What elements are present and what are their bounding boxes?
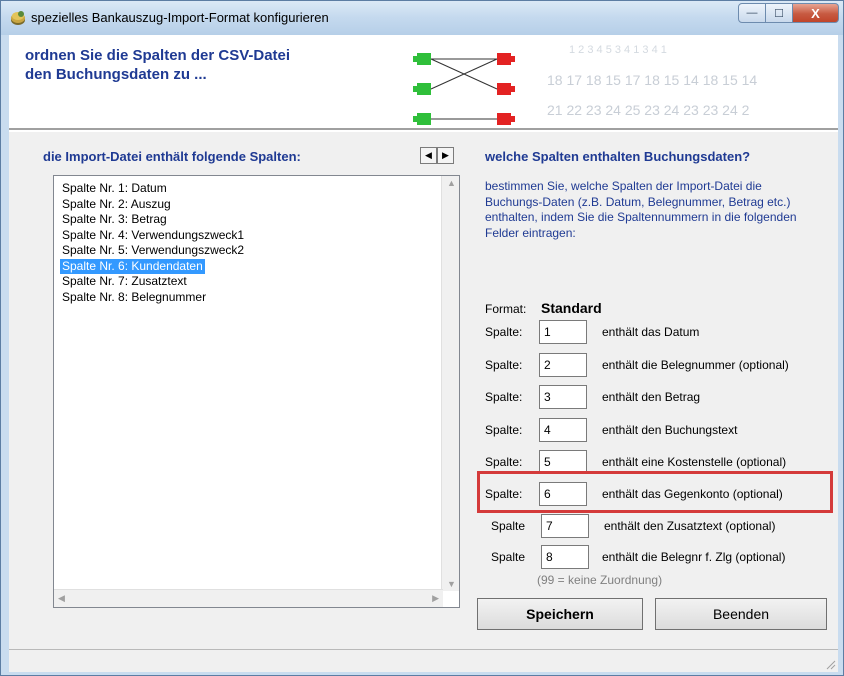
quit-button-label: Beenden xyxy=(712,606,770,622)
scroll-right-icon[interactable]: ▶ xyxy=(432,593,439,604)
banner-line-1: ordnen Sie die Spalten der CSV-Datei xyxy=(25,47,291,64)
minimize-button[interactable]: — xyxy=(738,3,766,23)
column-number-input[interactable] xyxy=(539,353,587,377)
list-item-label: Spalte Nr. 3: Betrag xyxy=(62,212,167,226)
calendar-watermark-icon: 1 2 3 4 5 3 4 1 3 4 1 18 17 18 15 17 18 … xyxy=(547,44,757,118)
mapping-row: Spalte: enthält den Betrag xyxy=(1,382,843,412)
banner-divider xyxy=(9,129,838,132)
column-label: Spalte: xyxy=(485,455,523,469)
quit-button[interactable]: Beenden xyxy=(655,598,827,630)
close-button[interactable]: X xyxy=(793,3,839,23)
save-button[interactable]: Speichern xyxy=(477,598,643,630)
column-number-input[interactable] xyxy=(539,320,587,344)
list-item[interactable]: Spalte Nr. 1: Datum xyxy=(60,181,246,197)
list-item-label: Spalte Nr. 7: Zusatztext xyxy=(62,274,187,288)
scroll-up-icon[interactable]: ▲ xyxy=(447,178,456,188)
mapping-row: Spalte: enthält den Buchungstext xyxy=(1,415,843,445)
window-controls: — ☐ X xyxy=(738,3,839,23)
list-item-label: Spalte Nr. 8: Belegnummer xyxy=(62,289,207,304)
scroll-left-icon[interactable]: ◀ xyxy=(58,593,65,604)
next-arrow-button[interactable]: ▶ xyxy=(437,147,454,164)
title-bar[interactable]: spezielles Bankauszug-Import-Format konf… xyxy=(1,1,843,35)
column-description: enthält das Datum xyxy=(602,325,700,339)
banner-line-2: den Buchungsdaten zu ... xyxy=(25,66,207,83)
list-item-label: Spalte Nr. 6: Kundendaten xyxy=(60,258,205,274)
hint-text: (99 = keine Zuordnung) xyxy=(537,573,663,587)
mapping-row: Spalte enthält die Belegnr f. Zlg (option… xyxy=(1,542,843,572)
column-nav-arrows: ◀ ▶ xyxy=(420,147,454,164)
column-description: enthält eine Kostenstelle (optional) xyxy=(602,455,787,469)
highlight-box xyxy=(477,471,833,513)
right-panel-header: welche Spalten enthalten Buchungsdaten? xyxy=(485,149,751,164)
window-title: spezielles Bankauszug-Import-Format konf… xyxy=(31,10,329,25)
instruction-text: bestimmen Sie, welche Spalten der Import… xyxy=(485,179,797,240)
column-number-input[interactable] xyxy=(541,514,589,538)
prev-arrow-button[interactable]: ◀ xyxy=(420,147,437,164)
list-item-label: Spalte Nr. 4: Verwendungszweck1 xyxy=(62,227,245,242)
column-description: enthält den Zusatztext (optional) xyxy=(604,519,776,533)
list-item-label: Spalte Nr. 5: Verwendungszweck2 xyxy=(62,243,245,257)
column-description: enthält den Buchungstext xyxy=(602,423,738,437)
list-item[interactable]: Spalte Nr. 2: Auszug xyxy=(60,197,246,213)
column-label: Spalte: xyxy=(485,390,523,404)
format-label: Format: xyxy=(485,302,527,316)
save-button-label: Speichern xyxy=(526,606,594,622)
status-bar xyxy=(9,649,838,672)
column-label: Spalte: xyxy=(485,423,523,437)
list-item[interactable]: Spalte Nr. 5: Verwendungszweck2 xyxy=(60,243,246,259)
column-number-input[interactable] xyxy=(541,545,589,569)
column-description: enthält die Belegnummer (optional) xyxy=(602,358,789,372)
list-item-label: Spalte Nr. 1: Datum xyxy=(62,181,167,195)
left-panel-header: die Import-Datei enthält folgende Spalte… xyxy=(43,149,301,164)
column-mapping-icon xyxy=(413,53,515,125)
list-item[interactable]: Spalte Nr. 4: Verwendungszweck1 xyxy=(60,228,246,244)
resize-grip-icon[interactable] xyxy=(824,658,836,670)
column-label: Spalte: xyxy=(485,325,523,339)
column-label: Spalte: xyxy=(485,358,523,372)
list-item[interactable]: Spalte Nr. 6: Kundendaten xyxy=(60,258,246,274)
list-items: Spalte Nr. 1: Datum Spalte Nr. 2: Auszug S… xyxy=(60,181,246,305)
svg-text:1 2 3 4 5 3 4 1 3 4: 1 2 3 4 5 3 4 1 3 4 1 xyxy=(569,44,667,56)
column-number-input[interactable] xyxy=(539,385,587,409)
scroll-down-icon[interactable]: ▼ xyxy=(447,579,456,589)
column-description: enthält die Belegnr f. Zlg (optional) xyxy=(602,550,786,564)
maximize-button[interactable]: ☐ xyxy=(766,3,793,23)
list-item[interactable]: Spalte Nr. 3: Betrag xyxy=(60,212,246,228)
list-item[interactable]: Spalte Nr. 7: Zusatztext xyxy=(60,274,246,290)
svg-text:18 17 18 15 17 18 15 14 18 15: 18 17 18 15 17 18 15 14 18 15 14 xyxy=(547,72,757,88)
column-number-input[interactable] xyxy=(539,418,587,442)
list-item-label: Spalte Nr. 2: Auszug xyxy=(62,196,171,211)
mapping-row: Spalte enthält den Zusatztext (optional) xyxy=(1,511,843,541)
column-label: Spalte xyxy=(491,519,526,533)
header-banner: ordnen Sie die Spalten der CSV-Datei den… xyxy=(9,35,838,129)
app-icon xyxy=(11,11,25,25)
svg-text:21 22 23 24 25 23 24 23 23 24: 21 22 23 24 25 23 24 23 23 24 2 xyxy=(547,102,750,118)
column-label: Spalte xyxy=(491,550,526,564)
format-value: Standard xyxy=(541,300,602,316)
mapping-row: Spalte: enthält die Belegnummer (optional… xyxy=(1,350,843,380)
banner-text: ordnen Sie die Spalten der CSV-Datei den… xyxy=(25,46,365,84)
horizontal-scrollbar[interactable]: ◀ ▶ xyxy=(54,589,443,607)
column-description: enthält den Betrag xyxy=(602,390,701,404)
list-item[interactable]: Spalte Nr. 8: Belegnummer xyxy=(60,290,246,306)
dialog-window: spezielles Bankauszug-Import-Format konf… xyxy=(0,0,844,676)
mapping-row: Spalte: enthält das Datum xyxy=(1,317,843,347)
